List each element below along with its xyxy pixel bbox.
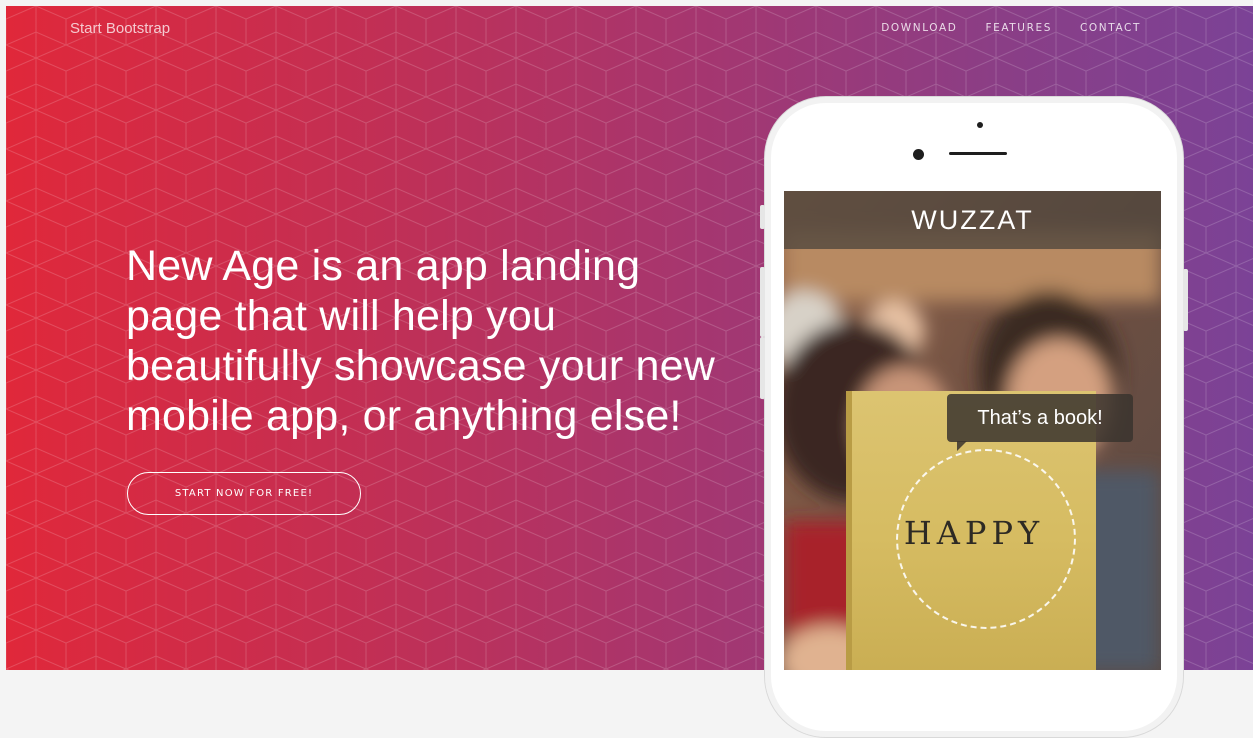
nav-item-download[interactable]: DOWNLOAD xyxy=(881,22,957,34)
app-header: WUZZAT xyxy=(784,191,1161,249)
book-cover-text: HAPPY xyxy=(903,514,1045,552)
phone-sensor xyxy=(977,122,983,128)
hero-headline: New Age is an app landing page that will… xyxy=(126,242,716,440)
phone-speaker xyxy=(949,152,1007,155)
phone-volume-up-button xyxy=(760,267,765,337)
nav-item-contact[interactable]: CONTACT xyxy=(1080,22,1141,34)
phone-camera xyxy=(913,149,924,160)
main-nav: DOWNLOAD FEATURES CONTACT xyxy=(881,22,1141,34)
bubble-tail xyxy=(957,441,967,451)
recognition-bubble: That’s a book! xyxy=(947,394,1133,451)
brand-logo[interactable]: Start Bootstrap xyxy=(70,20,170,37)
phone-volume-down-button xyxy=(760,337,765,399)
nav-item-features[interactable]: FEATURES xyxy=(985,22,1052,34)
phone-power-button xyxy=(1183,269,1188,331)
phone-screen: WUZZAT HAPPY That’s a book! xyxy=(784,191,1161,670)
start-now-button[interactable]: START NOW FOR FREE! xyxy=(127,472,361,515)
recognition-text: That’s a book! xyxy=(977,406,1103,429)
phone-side-button xyxy=(760,205,765,229)
app-title: WUZZAT xyxy=(911,204,1034,235)
